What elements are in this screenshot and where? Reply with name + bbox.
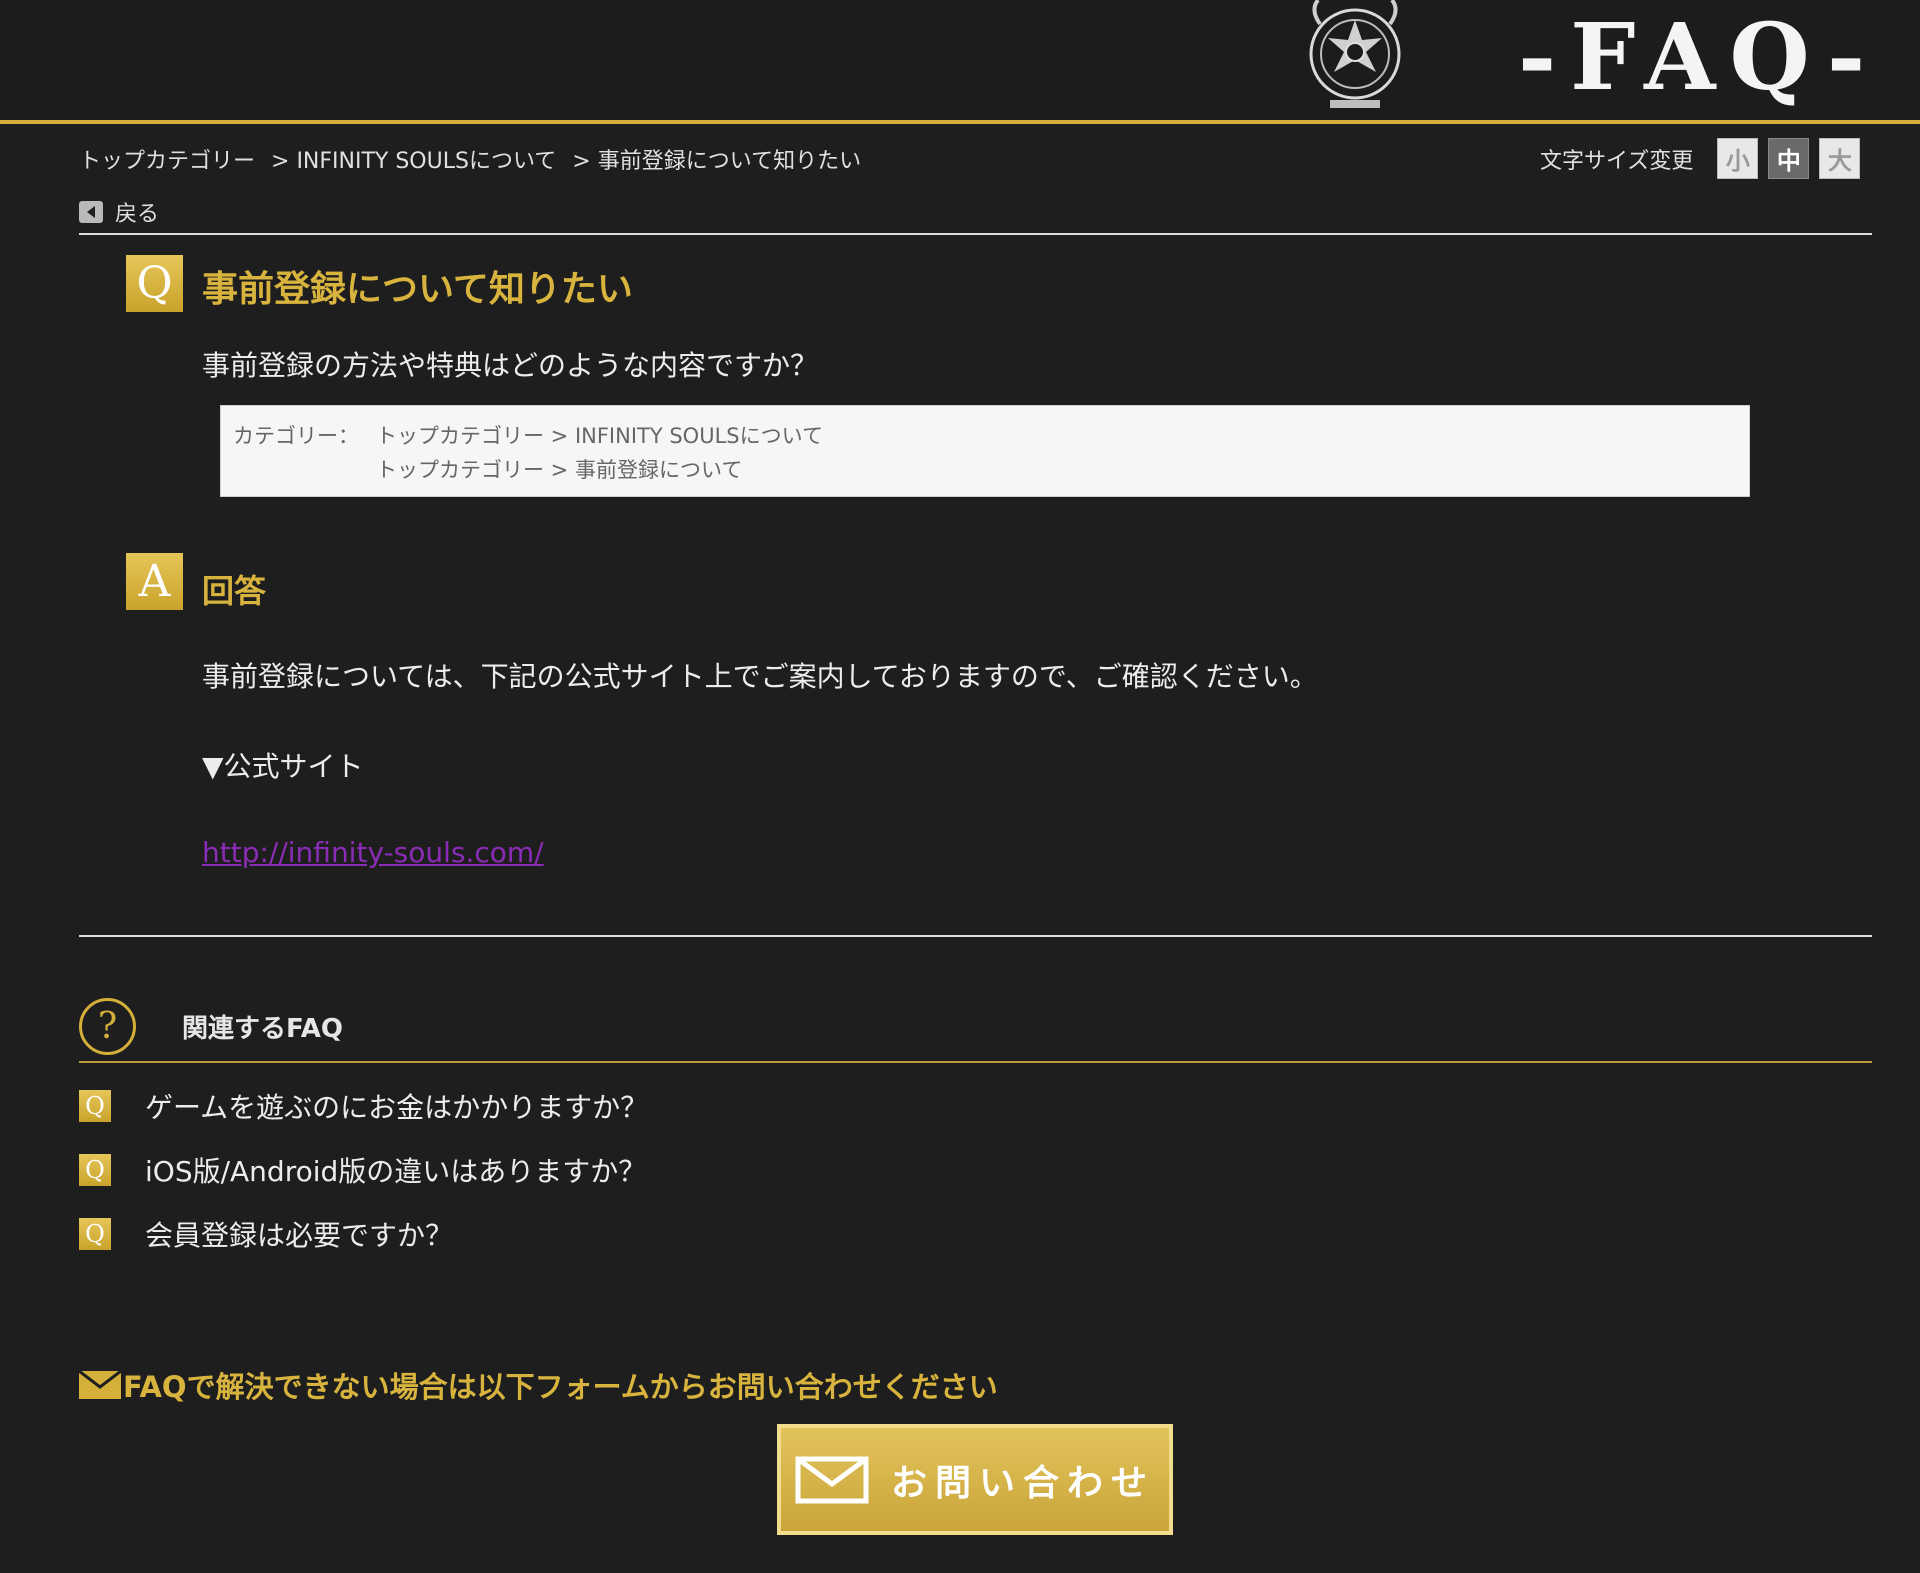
breadcrumb-item-current: > 事前登録について知りたい	[572, 149, 862, 174]
font-size-medium-button[interactable]: 中	[1768, 138, 1810, 179]
answer-badge: A	[126, 553, 183, 610]
related-faq-text: 会員登録は必要ですか？	[145, 1219, 454, 1252]
answer-title: 回答	[202, 572, 267, 610]
question-badge: Q	[126, 255, 183, 312]
font-size-large-button[interactable]: 大	[1819, 138, 1861, 179]
question-badge-small: Q	[79, 1218, 111, 1250]
category-path[interactable]: トップカテゴリー > INFINITY SOULSについて	[376, 420, 823, 450]
contact-button-label: お問い合わせ	[890, 1462, 1155, 1504]
contact-button[interactable]: お問い合わせ	[777, 1424, 1173, 1535]
related-faq-text: ゲームを遊ぶのにお金はかかりますか？	[145, 1091, 649, 1124]
category-label: カテゴリー：	[233, 424, 359, 448]
font-size-small-button[interactable]: 小	[1717, 138, 1759, 179]
question-circle-icon: ?	[79, 998, 136, 1055]
back-label: 戻る	[115, 202, 160, 227]
question-badge-small: Q	[79, 1090, 111, 1122]
related-faq-item[interactable]: Q ゲームを遊ぶのにお金はかかりますか？	[79, 1086, 648, 1126]
contact-note: FAQで解決できない場合は以下フォームからお問い合わせください	[79, 1364, 998, 1406]
official-site-link[interactable]: http://infinity-souls.com/	[202, 836, 544, 869]
answer-body: 事前登録については、下記の公式サイト上でご案内しておりますので、ご確認ください。	[202, 660, 1318, 693]
category-box: カテゴリー： トップカテゴリー > INFINITY SOULSについて トップ…	[220, 405, 1750, 497]
envelope-icon	[79, 1371, 121, 1399]
back-button[interactable]: 戻る	[79, 196, 159, 228]
site-header: -FAQ-	[0, 0, 1920, 124]
breadcrumb-item-top[interactable]: トップカテゴリー	[79, 143, 255, 175]
divider	[79, 233, 1872, 235]
faq-logo: -FAQ-	[1518, 3, 1880, 111]
official-site-label: ▼公式サイト	[202, 750, 364, 783]
question-body: 事前登録の方法や特典はどのような内容ですか？	[202, 349, 819, 382]
related-faq-item[interactable]: Q iOS版/Android版の違いはありますか？	[79, 1150, 646, 1190]
contact-note-text: FAQで解決できない場合は以下フォームからお問い合わせください	[123, 1370, 998, 1404]
breadcrumb-item-infinity-souls[interactable]: > INFINITY SOULSについて	[271, 143, 556, 175]
related-faq-text: iOS版/Android版の違いはありますか？	[145, 1155, 647, 1188]
related-faq-title: 関連するFAQ	[182, 1014, 344, 1044]
divider	[79, 935, 1872, 937]
envelope-icon	[795, 1456, 869, 1503]
category-path[interactable]: トップカテゴリー > 事前登録について	[376, 454, 742, 484]
crest-emblem-icon	[1309, 0, 1401, 108]
question-badge-small: Q	[79, 1154, 111, 1186]
font-size-label: 文字サイズ変更	[1540, 148, 1694, 174]
breadcrumb: トップカテゴリー > INFINITY SOULSについて > 事前登録について…	[79, 143, 861, 175]
faq-page: -FAQ- トップカテゴリー > INFINITY SOULSについて > 事前…	[0, 0, 1920, 1573]
related-faq-item[interactable]: Q 会員登録は必要ですか？	[79, 1214, 453, 1254]
related-divider	[79, 1061, 1872, 1063]
question-title: 事前登録について知りたい	[202, 269, 633, 310]
font-size-switcher: 文字サイズ変更 小 中 大	[1540, 138, 1861, 179]
arrow-left-icon	[79, 201, 103, 223]
